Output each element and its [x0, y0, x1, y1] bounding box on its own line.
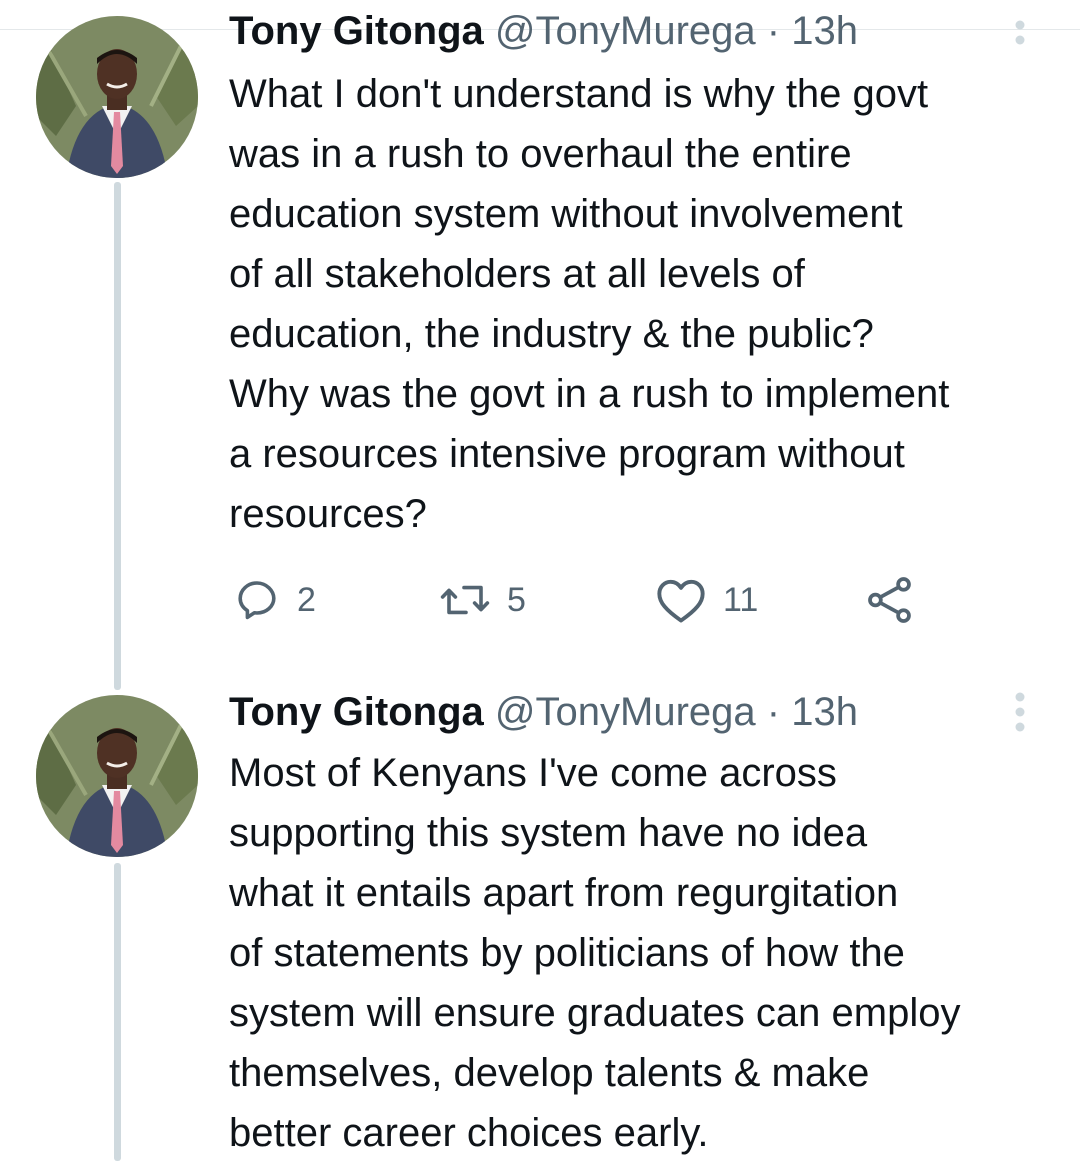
more-vertical-icon [1015, 692, 1025, 732]
author-name[interactable]: Tony Gitonga [229, 690, 484, 734]
retweet-count: 5 [507, 580, 526, 619]
author-name[interactable]: Tony Gitonga [229, 9, 484, 53]
more-options-button[interactable] [1008, 18, 1032, 62]
tweet-time[interactable]: 13h [791, 9, 858, 53]
like-button[interactable]: 11 [655, 575, 758, 625]
tweet-header: Tony Gitonga @TonyMurega · 13h [229, 6, 858, 56]
more-options-button[interactable] [1008, 690, 1032, 734]
reply-button[interactable]: 2 [233, 575, 316, 625]
heart-icon [657, 579, 705, 623]
thread-line [114, 863, 121, 1161]
author-handle[interactable]: @TonyMurega [495, 690, 756, 734]
like-count: 11 [723, 580, 759, 619]
tweet-text: What I don't understand is why the govt … [229, 72, 950, 536]
author-avatar[interactable] [36, 695, 198, 857]
tweet-time[interactable]: 13h [791, 690, 858, 734]
separator-dot: · [766, 9, 781, 53]
reply-count: 2 [297, 580, 316, 619]
author-avatar[interactable] [36, 16, 198, 178]
author-handle[interactable]: @TonyMurega [495, 9, 756, 53]
tweet-2[interactable]: Tony Gitonga @TonyMurega · 13h Most of K… [0, 690, 1080, 1161]
tweet-header: Tony Gitonga @TonyMurega · 13h [229, 687, 858, 737]
tweet-actions: 2 5 11 [229, 575, 949, 625]
thread-line [114, 182, 121, 690]
retweet-icon [440, 585, 490, 615]
share-icon [868, 577, 911, 623]
more-vertical-icon [1015, 20, 1025, 45]
separator-dot: · [766, 690, 781, 734]
tweet-text: Most of Kenyans I've come across support… [229, 751, 961, 1155]
tweet-1[interactable]: Tony Gitonga @TonyMurega · 13h What I do… [0, 0, 1080, 690]
retweet-button[interactable]: 5 [439, 575, 526, 625]
share-button[interactable] [865, 575, 915, 625]
reply-icon [238, 581, 276, 620]
